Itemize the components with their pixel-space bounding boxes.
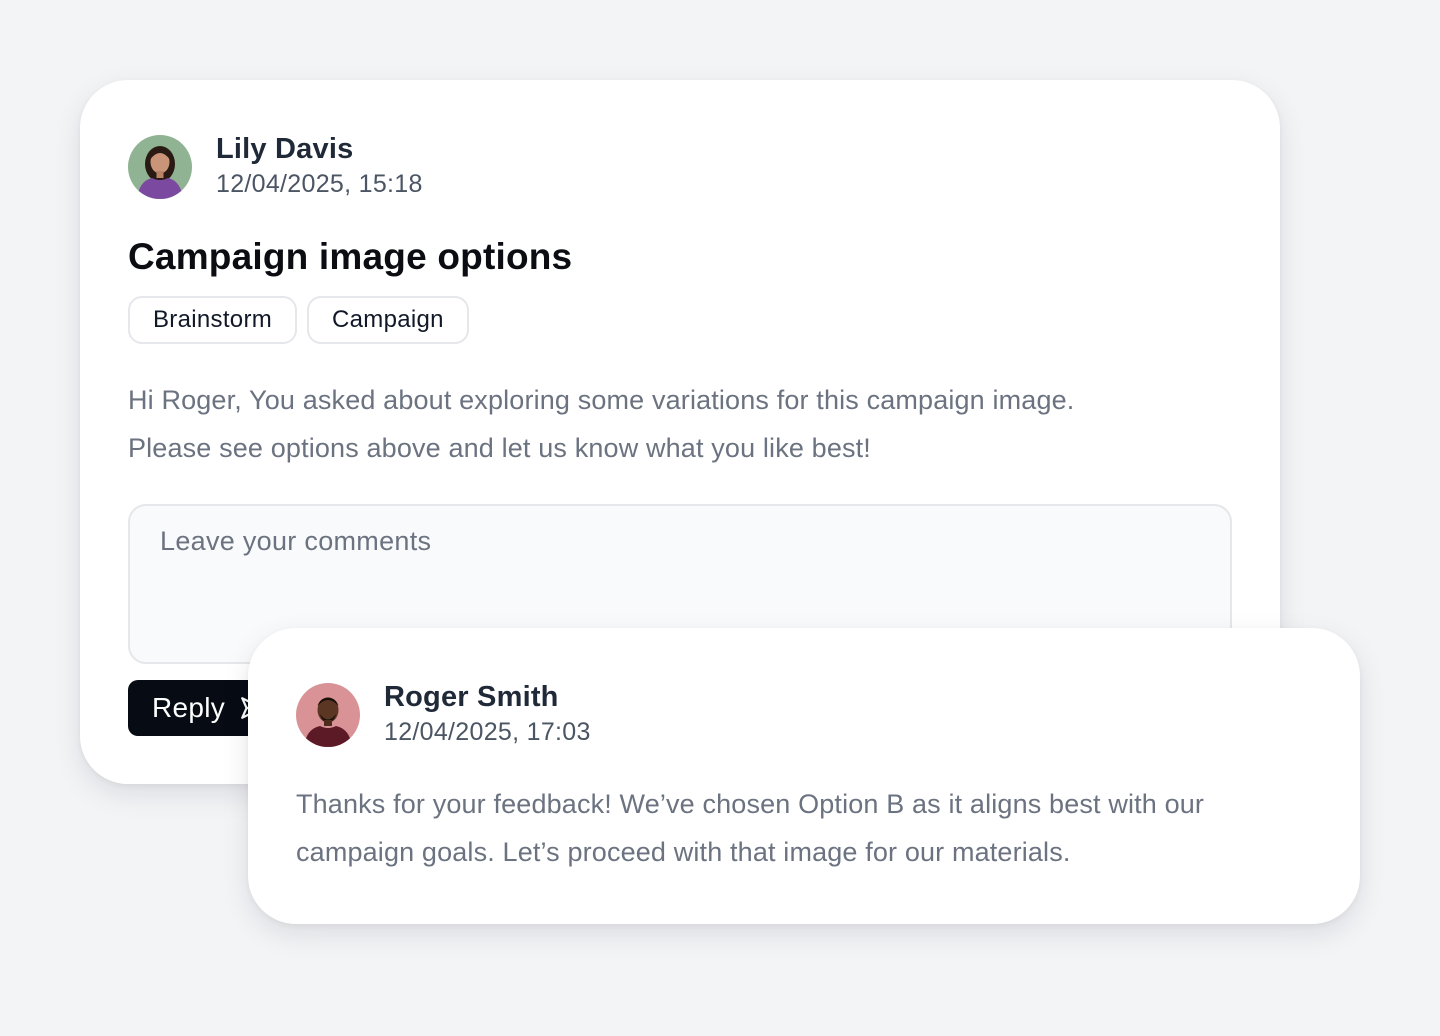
reply-body-line: campaign goals. Let’s proceed with that … bbox=[296, 837, 1071, 867]
user-avatar-icon bbox=[128, 134, 192, 199]
avatar[interactable] bbox=[128, 134, 192, 199]
post-body: Hi Roger, You asked about exploring some… bbox=[128, 376, 1228, 472]
reply-button-label: Reply bbox=[152, 692, 226, 723]
reply-card: Roger Smith 12/04/2025, 17:03 Thanks for… bbox=[248, 628, 1360, 924]
tag-brainstorm[interactable]: Brainstorm bbox=[128, 296, 298, 344]
post-title: Campaign image options bbox=[128, 236, 573, 277]
tag-campaign[interactable]: Campaign bbox=[307, 296, 469, 344]
reply-body: Thanks for your feedback! We’ve chosen O… bbox=[296, 780, 1326, 876]
author-name: Lily Davis bbox=[216, 133, 354, 165]
user-avatar-icon bbox=[296, 682, 360, 747]
avatar[interactable] bbox=[296, 682, 360, 747]
reply-timestamp: 12/04/2025, 17:03 bbox=[384, 718, 591, 746]
post-timestamp: 12/04/2025, 15:18 bbox=[216, 170, 423, 198]
post-body-line: Please see options above and let us know… bbox=[128, 433, 871, 463]
post-author: Lily Davis 12/04/2025, 15:18 bbox=[128, 132, 423, 201]
tag-list: Brainstorm Campaign bbox=[128, 296, 469, 344]
author-name: Roger Smith bbox=[384, 681, 559, 713]
reply-body-line: Thanks for your feedback! We’ve chosen O… bbox=[296, 789, 1205, 819]
reply-author: Roger Smith 12/04/2025, 17:03 bbox=[296, 680, 591, 749]
post-body-line: Hi Roger, You asked about exploring some… bbox=[128, 385, 1075, 415]
